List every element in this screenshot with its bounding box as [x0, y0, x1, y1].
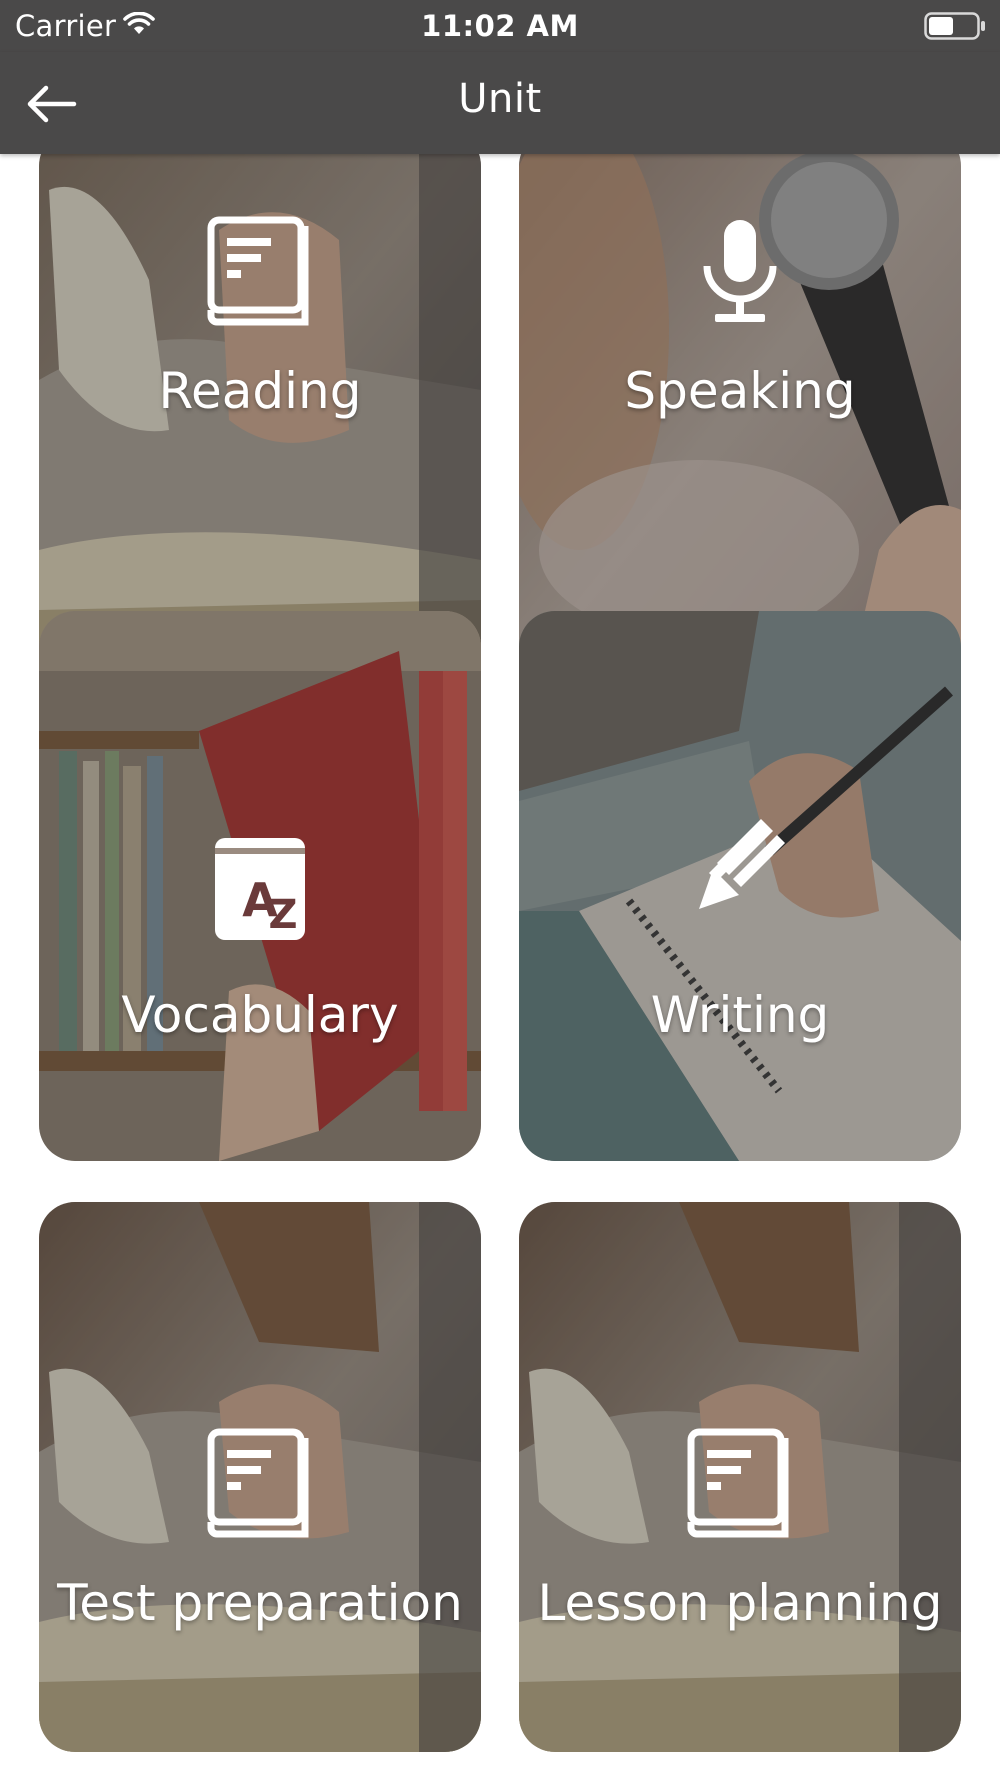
tile-label: Test preparation — [57, 1574, 463, 1632]
pencil-icon — [699, 819, 785, 909]
tile-label: Reading — [158, 362, 362, 420]
tile-label: Writing — [650, 986, 830, 1044]
tile-writing[interactable]: Writing — [519, 611, 961, 1161]
book-icon — [207, 1428, 309, 1538]
tile-label: Speaking — [624, 362, 856, 420]
az-dictionary-icon: A Z — [215, 838, 305, 940]
tile-speaking[interactable]: Speaking — [519, 154, 961, 680]
unit-grid: Reading Speaking A Z Vocabulary Writing … — [0, 154, 1000, 1778]
tile-label: Lesson planning — [537, 1574, 943, 1632]
book-icon — [207, 216, 309, 326]
nav-bar: Unit — [0, 52, 1000, 154]
tile-lesson-planning[interactable]: Lesson planning — [519, 1202, 961, 1752]
microphone-icon — [703, 220, 777, 322]
battery-icon — [924, 12, 985, 40]
tile-test-preparation[interactable]: Test preparation — [39, 1202, 481, 1752]
clock: 11:02 AM — [421, 9, 579, 43]
svg-text:Z: Z — [268, 892, 297, 938]
page-title: Unit — [458, 76, 542, 122]
status-bar: Carrier 11:02 AM — [0, 0, 1000, 52]
tile-vocabulary[interactable]: A Z Vocabulary — [39, 611, 481, 1161]
tile-reading[interactable]: Reading — [39, 154, 481, 680]
book-icon — [687, 1428, 789, 1538]
tile-label: Vocabulary — [121, 986, 399, 1044]
